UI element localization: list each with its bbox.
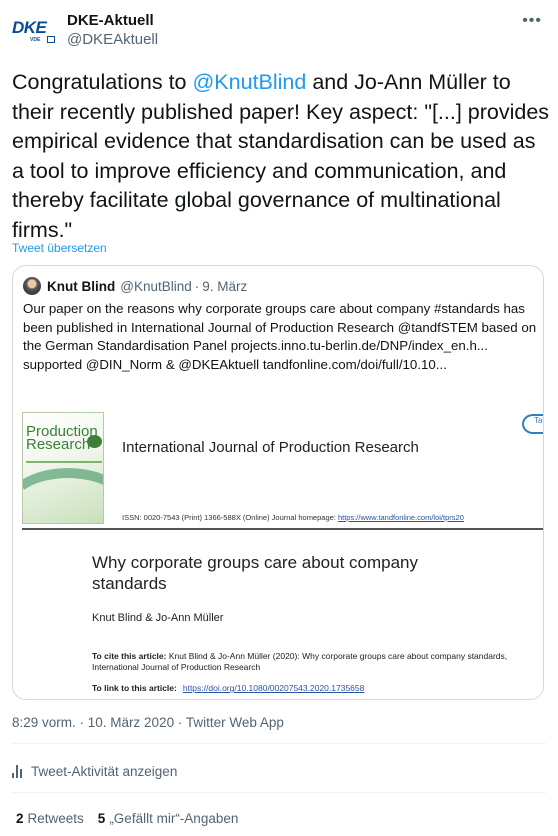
tweet-timestamp[interactable]: 8:29 vorm. · 10. März 2020 · Twitter Web… [12,715,284,730]
retweets-label: Retweets [27,811,84,826]
activity-label: Tweet-Aktivität anzeigen [31,764,178,779]
cite-label: To cite this article: [92,651,167,661]
tweet-header: DKE VDE DKE-Aktuell @DKEAktuell ••• [12,10,546,50]
link-label: To link to this article: [92,683,177,693]
likes-count: 5 [97,811,106,826]
cover-divider [26,461,102,463]
likes-label: „Gefällt mir“-Angaben [109,811,239,826]
author-names: DKE-Aktuell @DKEAktuell [67,12,158,50]
dke-logo: DKE [12,18,47,37]
quoted-handle[interactable]: @KnutBlind [120,279,192,294]
avatar[interactable]: DKE VDE [12,10,60,50]
publisher-name: Taylor [534,416,543,425]
issn-line: ISSN: 0020-7543 (Print) 1366-588X (Onlin… [122,513,464,522]
retweets-count: 2 [16,811,24,826]
quoted-avatar[interactable] [23,277,41,295]
author-handle[interactable]: @DKEAktuell [67,30,158,50]
journal-title: International Journal of Production Rese… [122,439,419,456]
translate-tweet-link[interactable]: Tweet übersetzen [12,241,107,255]
quoted-date[interactable]: 9. März [202,279,247,294]
analytics-icon [12,765,22,778]
issn-text: ISSN: 0020-7543 (Print) 1366-588X (Onlin… [122,513,338,522]
tweet-activity-link[interactable]: Tweet-Aktivität anzeigen [12,764,177,779]
quoted-tweet-text: Our paper on the reasons why corporate g… [23,301,537,372]
vde-logo-text: VDE [30,37,41,43]
article-authors: Knut Blind & Jo-Ann Müller [92,612,224,624]
tweet-text: Congratulations to @KnutBlind and Jo-Ann… [12,68,552,245]
citation-block: To cite this article: Knut Blind & Jo-An… [92,651,522,673]
divider [12,743,546,744]
journal-cover: Production Research [22,412,104,524]
header-rule [22,528,543,530]
quoted-display-name[interactable]: Knut Blind [47,279,115,294]
tweet-text-part-1: Congratulations to [12,70,193,94]
cover-badge-icon [87,435,102,448]
tweet-text-part-2: and Jo-Ann Müller to their recently publ… [12,70,550,242]
doi-link: https://doi.org/10.1080/00207543.2020.17… [182,683,365,693]
separator-dot: · [194,278,200,294]
journal-homepage-link: https://www.tandfonline.com/loi/tprs20 [337,513,464,522]
author-display-name[interactable]: DKE-Aktuell [67,12,158,30]
likes-stat[interactable]: 5 „Gefällt mir“-Angaben [98,811,239,826]
cover-swoosh-graphic [23,468,103,523]
engagement-stats: 2 Retweets 5 „Gefällt mir“-Angaben [16,811,238,826]
logo-box-icon [47,36,55,43]
doi-line: To link to this article: https://doi.org/… [92,683,364,693]
retweets-stat[interactable]: 2 Retweets [16,811,84,826]
mention-link[interactable]: @KnutBlind [192,70,306,94]
article-title: Why corporate groups care about company … [92,553,419,593]
quoted-tweet-header: Knut Blind @KnutBlind · 9. März [23,276,247,296]
quoted-tweet[interactable]: Knut Blind @KnutBlind · 9. März Our pape… [12,265,544,700]
more-options-icon[interactable]: ••• [522,12,542,30]
divider [12,792,546,793]
paper-preview-image[interactable]: Production Research International Journa… [22,404,543,699]
